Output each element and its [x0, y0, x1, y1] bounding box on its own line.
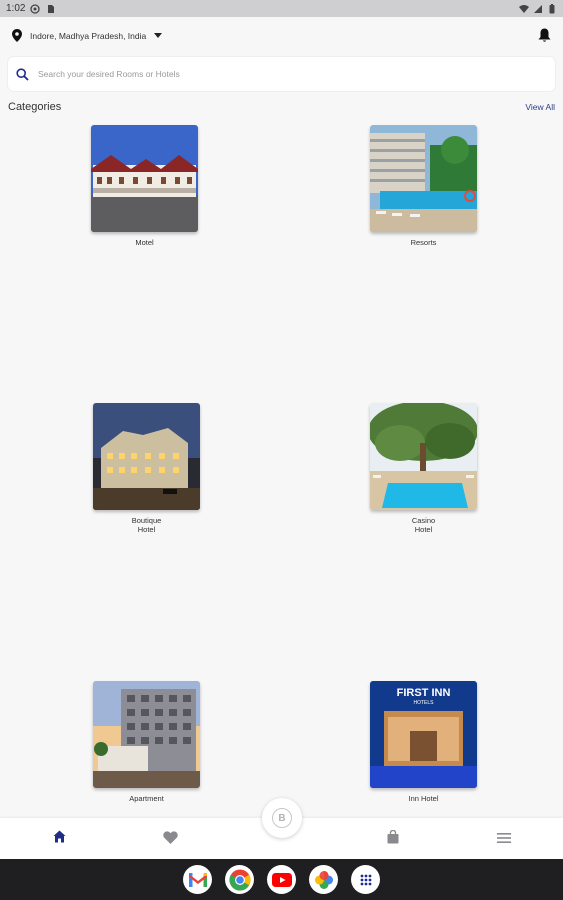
inn-sub-text: HOTELS	[413, 700, 434, 706]
category-card-resorts[interactable]: Resorts	[370, 125, 477, 247]
casino-hotel-image	[370, 403, 477, 510]
chrome-icon[interactable]	[225, 865, 254, 894]
category-label: Resorts	[410, 238, 437, 247]
location-pin-icon	[12, 29, 22, 42]
center-fab-button[interactable]: B	[262, 798, 302, 838]
dropdown-arrow-icon	[154, 33, 163, 38]
category-label: Casino Hotel	[411, 516, 436, 534]
wifi-icon	[519, 4, 529, 13]
youtube-icon[interactable]	[267, 865, 296, 894]
category-card-casino-hotel[interactable]: Casino Hotel	[370, 403, 477, 534]
resorts-image	[370, 125, 477, 232]
fab-label: B	[278, 812, 286, 824]
view-all-link[interactable]: View All	[525, 102, 555, 112]
bag-icon[interactable]	[387, 830, 399, 844]
category-label: Inn Hotel	[408, 794, 439, 803]
category-label: Motel	[135, 238, 154, 247]
motel-image	[91, 125, 198, 232]
signal-icon	[534, 4, 542, 13]
menu-icon[interactable]	[497, 833, 511, 843]
status-time: 1:02	[6, 3, 26, 14]
status-bar: 1:02	[0, 0, 563, 17]
battery-icon	[549, 3, 555, 13]
photos-icon[interactable]	[309, 865, 338, 894]
heart-icon[interactable]	[163, 831, 178, 844]
sim-card-icon	[48, 4, 55, 13]
system-taskbar	[0, 859, 563, 900]
notification-bell-icon[interactable]	[538, 28, 551, 43]
search-input[interactable]: Search your desired Rooms or Hotels	[38, 69, 180, 79]
home-icon[interactable]	[53, 830, 66, 843]
gmail-icon[interactable]	[183, 865, 212, 894]
notification-icon	[30, 3, 41, 14]
category-label: Boutique Hotel	[131, 516, 162, 534]
category-label: Apartment	[129, 794, 164, 803]
search-bar[interactable]: Search your desired Rooms or Hotels	[8, 57, 555, 91]
inn-hotel-image: FIRST INN HOTELS	[370, 681, 477, 788]
inn-sign-text: FIRST INN	[397, 687, 451, 699]
category-card-apartment[interactable]: Apartment	[93, 681, 200, 803]
location-text: Indore, Madhya Pradesh, India	[30, 30, 147, 41]
apps-grid-icon[interactable]	[351, 865, 380, 894]
category-card-motel[interactable]: Motel	[91, 125, 198, 247]
apartment-image	[93, 681, 200, 788]
bitcoin-icon: B	[272, 808, 292, 828]
search-icon	[16, 67, 29, 81]
location-selector[interactable]: Indore, Madhya Pradesh, India	[12, 29, 163, 42]
category-card-boutique-hotel[interactable]: Boutique Hotel	[93, 403, 200, 534]
boutique-hotel-image	[93, 403, 200, 510]
section-title: Categories	[8, 101, 62, 113]
category-card-inn-hotel[interactable]: FIRST INN HOTELS Inn Hotel	[370, 681, 477, 803]
